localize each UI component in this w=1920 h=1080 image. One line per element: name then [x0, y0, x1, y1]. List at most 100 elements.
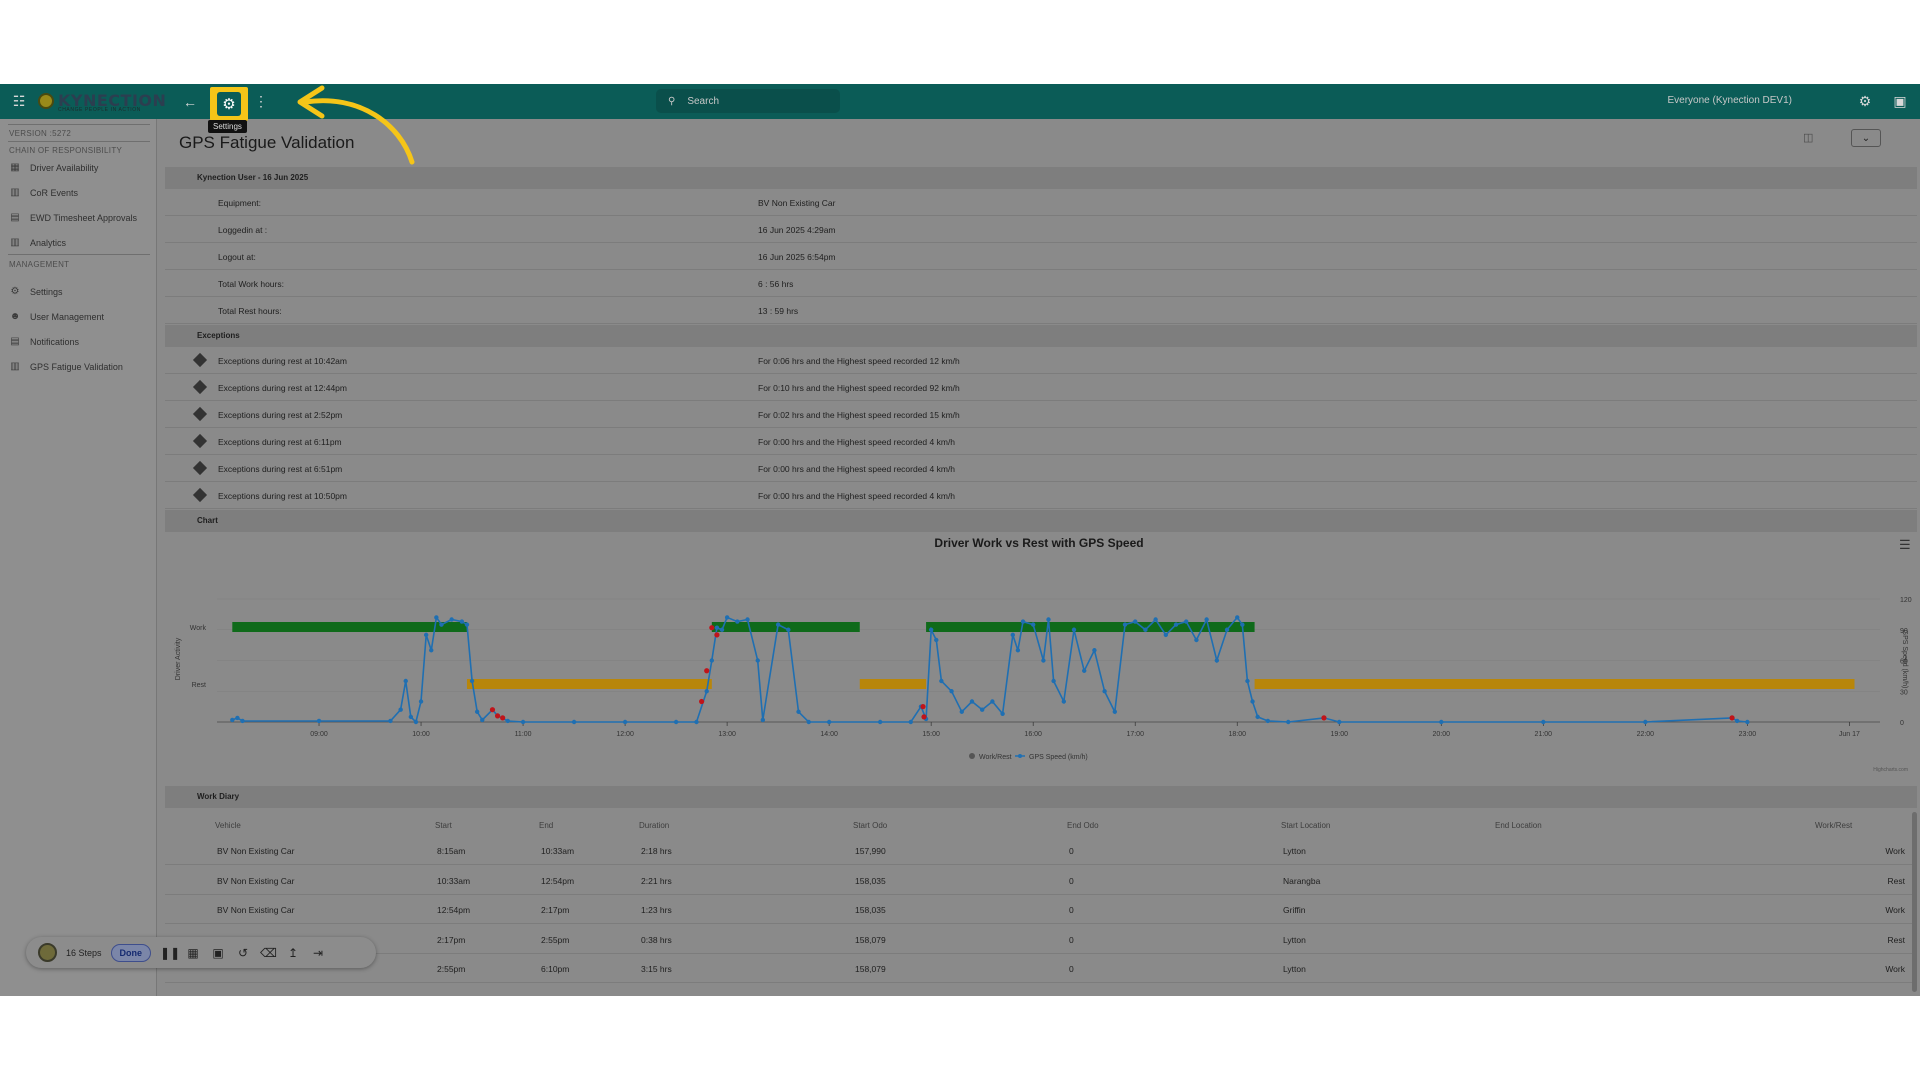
exception-point: [500, 715, 506, 721]
gps-speed-point: [474, 709, 480, 714]
y-right-tick-label: 30: [1900, 689, 1908, 696]
gps-speed-point: [709, 658, 715, 663]
gps-speed-point: [877, 719, 883, 725]
main-content: GPS Fatigue Validation ◫ ⌄ Kynection Use…: [163, 119, 1920, 996]
x-tick-label: 13:00: [718, 731, 736, 738]
table-cell: 3:15 hrs: [641, 964, 672, 974]
sidebar-item-ewd-timesheet[interactable]: ▤ EWD Timesheet Approvals: [9, 212, 137, 223]
gps-speed-point: [1071, 627, 1077, 632]
gps-speed-point: [949, 689, 954, 694]
table-cell: 2:18 hrs: [641, 846, 672, 856]
gps-speed-point: [796, 709, 801, 714]
table-cell: 0: [1069, 905, 1074, 915]
sidebar-item-settings[interactable]: ⚙ Settings: [9, 286, 63, 297]
undo-icon[interactable]: ↺: [235, 946, 251, 960]
y-left-tick-label: Work: [190, 625, 207, 632]
section-title-management: MANAGEMENT: [9, 260, 70, 269]
sidebar: VERSION :5272 CHAIN OF RESPONSIBILITY ▦ …: [0, 119, 157, 996]
column-header[interactable]: Vehicle: [215, 821, 241, 830]
gps-speed-point: [1250, 699, 1255, 704]
legend-label: Work/Rest: [979, 754, 1012, 761]
search-input[interactable]: ⚲ Search: [656, 89, 840, 113]
gps-speed-point: [1051, 678, 1056, 684]
table-row[interactable]: BV Non Existing Car 12:54pm 2:17pm 1:23 hrs…: [165, 895, 1917, 924]
column-header[interactable]: Start Location: [1281, 821, 1330, 830]
timesheet-icon: ▤: [10, 212, 20, 223]
gear-icon[interactable]: ⚙: [1857, 84, 1873, 119]
x-tick-label: 17:00: [1126, 731, 1144, 738]
tenant-selector[interactable]: Everyone (Kynection DEV1): [1667, 95, 1792, 106]
rest-bar: [1254, 679, 1855, 689]
column-header[interactable]: Work/Rest: [1815, 821, 1852, 830]
column-header[interactable]: End Odo: [1067, 821, 1099, 830]
table-cell: 158,035: [855, 875, 886, 886]
gps-speed-point: [755, 658, 760, 663]
exception-point: [704, 668, 710, 674]
gps-speed-point: [1092, 648, 1097, 653]
table-cell: Rest: [1887, 875, 1905, 886]
gps-speed-point: [459, 619, 465, 624]
gps-speed-point: [934, 637, 939, 643]
table-cell: 12:54pm: [541, 875, 575, 886]
gps-speed-point: [1102, 689, 1107, 694]
sidebar-item-label: User Management: [30, 311, 105, 322]
table-cell: Lytton: [1283, 846, 1306, 856]
sidebar-item-label: Settings: [30, 286, 63, 297]
sidebar-item-gps-fatigue[interactable]: ▥ GPS Fatigue Validation: [9, 361, 123, 372]
column-header[interactable]: Start Odo: [853, 821, 887, 830]
gps-speed-point: [1112, 709, 1118, 714]
blur-icon[interactable]: ▦: [185, 946, 201, 960]
gps-speed-point: [928, 627, 934, 632]
sidebar-item-user-management[interactable]: ☻ User Management: [9, 311, 104, 322]
table-row[interactable]: BV Non Existing Car 10:33am 12:54pm 2:21 hr…: [165, 866, 1917, 895]
bar-chart-icon: ▥: [10, 237, 20, 248]
scrollbar[interactable]: [1912, 812, 1917, 992]
table-row[interactable]: BV Non Existing Car 8:15am 10:33am 2:18 hrs…: [165, 836, 1917, 865]
table-row[interactable]: 2:17pm 2:55pm 0:38 hrs 158,079 0 Lytton Rest: [165, 925, 1917, 954]
gps-speed-point: [1046, 617, 1051, 622]
gps-speed-point: [316, 718, 322, 724]
gps-speed-point: [1153, 617, 1158, 622]
share-icon[interactable]: ↥: [285, 946, 301, 960]
chart-canvas: 0306090120WorkRestDriver Activity GPS Spe…: [175, 597, 1912, 773]
avatar: [38, 943, 57, 962]
column-header[interactable]: End: [539, 821, 553, 830]
column-header[interactable]: Start: [435, 821, 452, 830]
column-header[interactable]: Duration: [639, 821, 669, 830]
pause-icon[interactable]: ❚❚: [160, 946, 180, 960]
sidebar-item-analytics[interactable]: ▥ Analytics: [9, 237, 66, 248]
steps-count: 16 Steps: [66, 947, 102, 958]
exception-point: [920, 704, 926, 710]
done-button[interactable]: Done: [110, 943, 152, 962]
gps-speed-point: [1286, 719, 1291, 725]
rest-bar: [466, 679, 712, 689]
arrow-curve: [302, 98, 415, 165]
sidebar-item-cor-events[interactable]: ▥ CoR Events: [9, 187, 78, 198]
rest-bar: [859, 679, 927, 689]
table-cell: 1:23 hrs: [641, 905, 672, 915]
image-icon[interactable]: ▣: [210, 946, 226, 960]
skip-icon[interactable]: ⇥: [310, 946, 326, 960]
x-tick-label: 20:00: [1433, 731, 1451, 738]
gps-speed-point: [1122, 622, 1128, 627]
column-header[interactable]: End Location: [1495, 821, 1542, 830]
table-row[interactable]: 2:55pm 6:10pm 3:15 hrs 158,079 0 Lytton Work: [165, 954, 1917, 983]
gps-speed-point: [408, 714, 414, 720]
gps-speed-point: [388, 718, 393, 724]
gps-speed-point: [673, 719, 679, 725]
table-cell: 8:15am: [437, 846, 466, 856]
table-cell: 0: [1069, 875, 1074, 886]
sidebar-item-notifications[interactable]: ▤ Notifications: [9, 336, 79, 347]
trash-icon[interactable]: ⌫: [260, 946, 277, 960]
gps-speed-point: [719, 627, 725, 632]
exception-point: [714, 632, 720, 638]
gps-speed-point: [990, 699, 995, 704]
x-tick-label: 21:00: [1535, 731, 1553, 738]
gps-speed-point: [418, 699, 424, 704]
table-cell: 2:55pm: [541, 934, 570, 945]
exception-point: [1729, 715, 1735, 721]
gps-speed-point: [908, 719, 913, 725]
gps-speed-point: [240, 718, 245, 724]
legend-marker-work-rest: [969, 753, 975, 759]
account-icon[interactable]: ▣: [1892, 84, 1908, 119]
